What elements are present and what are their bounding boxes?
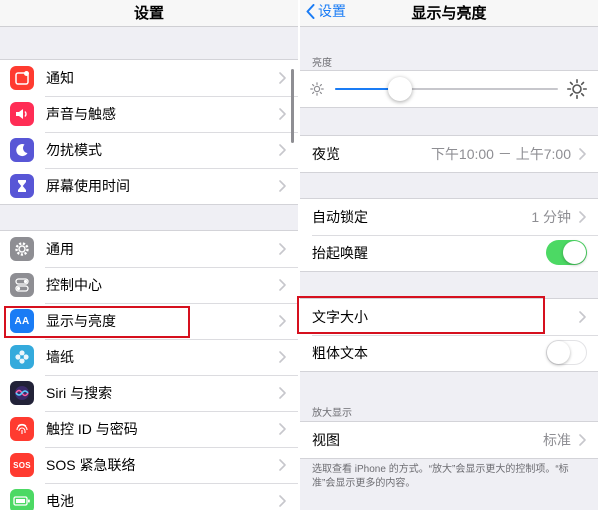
display-brightness-pane: 设置 显示与亮度 亮度 夜览 下午10:00 － 上午7:00 自动锁定 1 分… <box>300 0 598 510</box>
chevron-right-icon <box>279 387 286 399</box>
toggle-knob <box>563 241 586 264</box>
settings-group-2: 通用控制中心 AA 显示与亮度墙纸 Siri 与搜索触控 ID 与密码 SOS SOS 紧… <box>0 230 298 510</box>
settings-row[interactable]: 电池 <box>0 483 298 510</box>
raise-to-wake-label: 抬起唤醒 <box>312 245 368 261</box>
raise-to-wake-toggle[interactable] <box>546 240 587 265</box>
speaker-icon <box>10 102 34 126</box>
chevron-right-icon <box>279 180 286 192</box>
text-size-label: 文字大小 <box>312 309 368 325</box>
chevron-right-icon <box>579 211 586 223</box>
chevron-right-icon <box>279 351 286 363</box>
brightness-group <box>300 70 598 108</box>
bold-text-row: 粗体文本 <box>300 335 598 371</box>
sos-icon: SOS <box>10 453 34 477</box>
auto-lock-value: 1 分钟 <box>531 209 571 225</box>
settings-row[interactable]: Siri 与搜索 <box>0 375 298 411</box>
moon-icon <box>10 138 34 162</box>
display-navbar: 设置 显示与亮度 <box>300 0 598 27</box>
settings-row[interactable]: 通知 <box>0 60 298 96</box>
zoom-header: 放大显示 <box>312 408 352 419</box>
chevron-right-icon <box>279 315 286 327</box>
zoom-view-label: 视图 <box>312 432 340 448</box>
text-group: 文字大小 粗体文本 <box>300 298 598 372</box>
sun-small-icon <box>310 82 324 96</box>
settings-row[interactable]: 墙纸 <box>0 339 298 375</box>
text-size-icon-glyph: AA <box>14 315 30 327</box>
zoom-footer: 选取查看 iPhone 的方式。“放大”会显示更大的控制项。“标准”会显示更多的… <box>312 464 569 489</box>
settings-row-label: 控制中心 <box>46 277 102 293</box>
night-shift-group: 夜览 下午10:00 － 上午7:00 <box>300 135 598 173</box>
settings-row-label: 声音与触感 <box>46 106 116 122</box>
lock-group: 自动锁定 1 分钟 抬起唤醒 <box>300 198 598 272</box>
auto-lock-label: 自动锁定 <box>312 209 368 225</box>
settings-row-label: 显示与亮度 <box>46 313 116 329</box>
zoom-view-value: 标准 <box>543 432 571 448</box>
settings-title: 设置 <box>133 5 164 22</box>
fingerprint-icon <box>10 417 34 441</box>
toggles-icon <box>10 273 34 297</box>
night-shift-label: 夜览 <box>312 146 340 162</box>
auto-lock-row[interactable]: 自动锁定 1 分钟 <box>300 199 598 235</box>
settings-row[interactable]: 触控 ID 与密码 <box>0 411 298 447</box>
settings-row-label: 通用 <box>46 241 74 257</box>
brightness-slider-thumb[interactable] <box>387 77 412 101</box>
chevron-right-icon <box>279 243 286 255</box>
settings-row-label: 勿扰模式 <box>46 142 102 158</box>
settings-group-1: 通知声音与触感勿扰模式屏幕使用时间 <box>0 59 298 205</box>
settings-row[interactable]: 控制中心 <box>0 267 298 303</box>
chevron-right-icon <box>279 72 286 84</box>
text-size-row[interactable]: 文字大小 <box>300 299 598 335</box>
gear-icon <box>10 237 34 261</box>
brightness-header: 亮度 <box>312 58 332 69</box>
settings-navbar: 设置 <box>0 0 298 27</box>
display-title: 显示与亮度 <box>411 5 487 22</box>
zoom-group: 视图 标准 <box>300 421 598 459</box>
settings-row-label: 墙纸 <box>46 349 74 365</box>
chevron-right-icon <box>579 311 586 323</box>
settings-pane: 设置 通知声音与触感勿扰模式屏幕使用时间 通用控制中心 AA 显示与亮度墙纸 Siri… <box>0 0 298 510</box>
settings-row[interactable]: 通用 <box>0 231 298 267</box>
hourglass-icon <box>10 174 34 198</box>
chevron-right-icon <box>279 108 286 120</box>
text-size-icon: AA <box>10 309 34 333</box>
settings-row[interactable]: 声音与触感 <box>0 96 298 132</box>
chevron-right-icon <box>279 279 286 291</box>
settings-row[interactable]: SOS SOS 紧急联络 <box>0 447 298 483</box>
siri-icon <box>10 381 34 405</box>
sos-icon-glyph: SOS <box>13 460 31 470</box>
bold-text-toggle[interactable] <box>546 340 587 365</box>
settings-row-label: 通知 <box>46 70 74 86</box>
settings-row-label: SOS 紧急联络 <box>46 457 136 473</box>
settings-row-label: Siri 与搜索 <box>46 385 113 401</box>
toggle-knob <box>547 341 570 364</box>
zoom-view-row[interactable]: 视图 标准 <box>300 422 598 458</box>
brightness-slider[interactable] <box>335 77 558 101</box>
chevron-right-icon <box>279 144 286 156</box>
settings-row-label: 屏幕使用时间 <box>46 178 130 194</box>
sun-large-icon <box>567 79 587 99</box>
settings-row[interactable]: 屏幕使用时间 <box>0 168 298 204</box>
settings-row-label: 电池 <box>46 493 74 509</box>
settings-row[interactable]: AA 显示与亮度 <box>0 303 298 339</box>
scrollbar[interactable] <box>291 69 294 143</box>
battery-icon <box>10 489 34 510</box>
settings-row-label: 触控 ID 与密码 <box>46 421 138 437</box>
chevron-right-icon <box>279 459 286 471</box>
night-shift-value: 下午10:00 － 上午7:00 <box>430 146 571 162</box>
chevron-right-icon <box>279 495 286 507</box>
flower-icon <box>10 345 34 369</box>
chevron-right-icon <box>279 423 286 435</box>
chevron-right-icon <box>579 148 586 160</box>
settings-row[interactable]: 勿扰模式 <box>0 132 298 168</box>
notifications-icon <box>10 66 34 90</box>
raise-to-wake-row: 抬起唤醒 <box>300 235 598 271</box>
night-shift-row[interactable]: 夜览 下午10:00 － 上午7:00 <box>300 136 598 172</box>
bold-text-label: 粗体文本 <box>312 345 368 361</box>
chevron-right-icon <box>579 434 586 446</box>
